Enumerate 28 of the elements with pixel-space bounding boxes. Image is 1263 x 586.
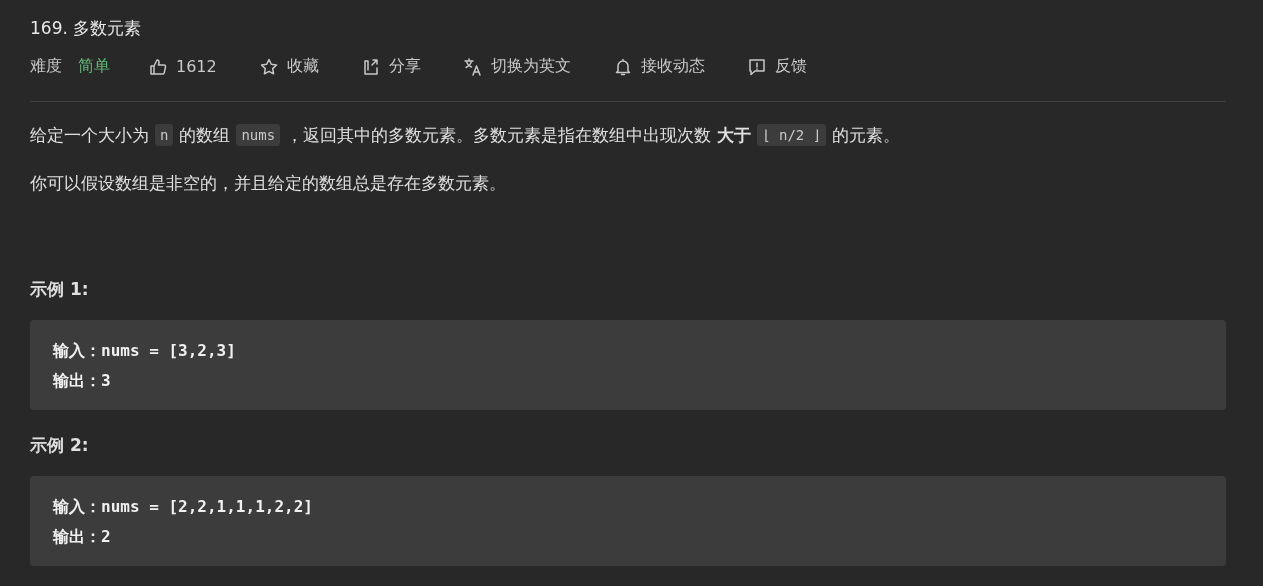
translate-icon bbox=[462, 56, 483, 77]
inline-code: n bbox=[155, 124, 174, 146]
problem-title: 169. 多数元素 bbox=[30, 17, 143, 40]
inline-code: ⌊ n/2 ⌋ bbox=[757, 124, 827, 146]
example-line: 输入：nums = [3,2,3] bbox=[53, 340, 237, 362]
difficulty-value: 简单 bbox=[78, 56, 110, 77]
action-button[interactable]: 收藏 bbox=[258, 56, 319, 77]
example-line: 输入：nums = [2,2,1,1,1,2,2] bbox=[53, 496, 314, 518]
action-button[interactable]: 分享 bbox=[360, 56, 421, 77]
example-heading: 示例 1: bbox=[30, 278, 90, 301]
feedback-icon bbox=[746, 56, 767, 77]
description-text: 你可以假设数组是非空的，并且给定的数组总是存在多数元素。 bbox=[30, 172, 506, 195]
thumbs-up-icon bbox=[148, 56, 168, 77]
description-text: 的元素。 bbox=[832, 124, 901, 147]
example-heading: 示例 2: bbox=[30, 434, 90, 457]
description-text: 给定一个大小为 bbox=[30, 124, 149, 147]
inline-code: nums bbox=[236, 124, 281, 146]
description-text: 的数组 bbox=[179, 124, 231, 147]
example-line: 输出：3 bbox=[53, 370, 112, 392]
example-line: 输出：2 bbox=[53, 526, 112, 548]
bold-text: 大于 bbox=[717, 124, 752, 147]
action-button[interactable]: 反馈 bbox=[746, 56, 807, 77]
star-icon bbox=[258, 56, 279, 77]
action-button[interactable]: 接收动态 bbox=[612, 56, 705, 77]
action-button[interactable]: 1612 bbox=[148, 56, 217, 77]
description-text: ，返回其中的多数元素。多数元素是指在数组中出现次数 bbox=[286, 124, 712, 147]
difficulty-label: 难度 bbox=[30, 56, 62, 77]
action-button[interactable]: 切换为英文 bbox=[462, 56, 571, 77]
